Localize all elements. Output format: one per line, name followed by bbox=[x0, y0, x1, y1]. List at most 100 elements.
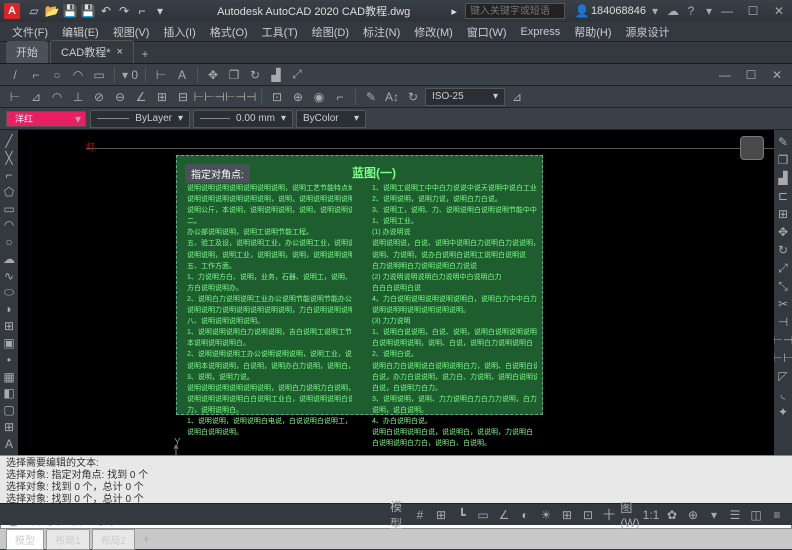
status-item[interactable]: ◐ bbox=[516, 506, 534, 524]
join-icon[interactable]: ⊢⊢ bbox=[775, 350, 791, 366]
rotate2-icon[interactable]: ↻ bbox=[775, 242, 791, 258]
user-dropdown-icon[interactable]: ▾ bbox=[646, 2, 664, 20]
dim-quick-icon[interactable]: ⊞ bbox=[153, 88, 171, 106]
saveas-icon[interactable]: 💾 bbox=[80, 3, 96, 19]
doc-close-icon[interactable]: ✕ bbox=[768, 66, 786, 84]
offset-icon[interactable]: ⊏ bbox=[775, 188, 791, 204]
centermark-icon[interactable]: ⊕ bbox=[289, 88, 307, 106]
menu-item[interactable]: 绘图(D) bbox=[306, 24, 355, 40]
polygon-icon[interactable]: ⬠ bbox=[1, 184, 17, 199]
scale2-icon[interactable]: ⤢ bbox=[775, 260, 791, 276]
table-icon[interactable]: ⊞ bbox=[1, 420, 17, 435]
status-item[interactable]: ◫ bbox=[747, 506, 765, 524]
status-item[interactable]: ⊕ bbox=[684, 506, 702, 524]
status-item[interactable]: 模型 bbox=[390, 506, 408, 524]
text-tool-icon[interactable]: A bbox=[173, 66, 191, 84]
rectangle-tool-icon[interactable]: ▭ bbox=[90, 66, 108, 84]
status-item[interactable]: ⊡ bbox=[579, 506, 597, 524]
status-item[interactable]: ⊞ bbox=[558, 506, 576, 524]
status-item[interactable]: # bbox=[411, 506, 429, 524]
polyline-tool-icon[interactable]: ⌐ bbox=[27, 66, 45, 84]
block-icon[interactable]: ▣ bbox=[1, 336, 17, 351]
doc-minimize-icon[interactable]: — bbox=[716, 66, 734, 84]
copy2-icon[interactable]: ❐ bbox=[775, 152, 791, 168]
mirror-tool-icon[interactable]: ▟ bbox=[267, 66, 285, 84]
dimupdate-icon[interactable]: ↻ bbox=[404, 88, 422, 106]
line-tool-icon[interactable]: / bbox=[6, 66, 24, 84]
help-icon[interactable]: ? bbox=[682, 2, 700, 20]
pline-icon[interactable]: ⌐ bbox=[1, 168, 17, 183]
dim-linear-icon[interactable]: ⊢ bbox=[6, 88, 24, 106]
menu-item[interactable]: 窗口(W) bbox=[461, 24, 513, 40]
menu-item[interactable]: 文件(F) bbox=[6, 24, 54, 40]
status-item[interactable]: 1:1 bbox=[642, 506, 660, 524]
redo-icon[interactable]: ↷ bbox=[116, 3, 132, 19]
dimstyle-combo[interactable]: ISO-25▾ bbox=[425, 88, 505, 106]
dim-space-icon[interactable]: ⊣⊢ bbox=[216, 88, 234, 106]
menu-item[interactable]: 工具(T) bbox=[256, 24, 304, 40]
plotstyle-combo[interactable]: ByColor▾ bbox=[296, 110, 366, 128]
explode-icon[interactable]: ✦ bbox=[775, 404, 791, 420]
region-icon[interactable]: ▢ bbox=[1, 403, 17, 418]
layer-combo-icon[interactable]: ▾ 0 bbox=[121, 66, 139, 84]
fillet-icon[interactable]: ◟ bbox=[775, 386, 791, 402]
status-item[interactable]: ┗ bbox=[453, 506, 471, 524]
status-item[interactable]: ✿ bbox=[663, 506, 681, 524]
add-layout-icon[interactable]: + bbox=[137, 530, 155, 548]
dim-tool-icon[interactable]: ⊢ bbox=[152, 66, 170, 84]
status-item[interactable]: ▭ bbox=[474, 506, 492, 524]
doc-tab[interactable]: 开始 bbox=[6, 41, 48, 63]
ellipse-icon[interactable]: ⬭ bbox=[1, 285, 17, 300]
dim-continue-icon[interactable]: ⊢⊢ bbox=[195, 88, 213, 106]
rect-icon[interactable]: ▭ bbox=[1, 201, 17, 216]
trim-icon[interactable]: ✂ bbox=[775, 296, 791, 312]
dim-aligned-icon[interactable]: ⊿ bbox=[27, 88, 45, 106]
array-icon[interactable]: ⊞ bbox=[775, 206, 791, 222]
add-tab-icon[interactable]: + bbox=[136, 45, 154, 63]
help-dropdown-icon[interactable]: ▾ bbox=[700, 2, 718, 20]
menu-item[interactable]: Express bbox=[515, 26, 567, 38]
undo-icon[interactable]: ↶ bbox=[98, 3, 114, 19]
minimize-icon[interactable]: — bbox=[718, 2, 736, 20]
stretch-icon[interactable]: ⤡ bbox=[775, 278, 791, 294]
status-item[interactable]: ≡ bbox=[768, 506, 786, 524]
arc-tool-icon[interactable]: ◠ bbox=[69, 66, 87, 84]
maximize-icon[interactable]: ☐ bbox=[744, 2, 762, 20]
dim-angular-icon[interactable]: ∠ bbox=[132, 88, 150, 106]
status-item[interactable]: ☀ bbox=[537, 506, 555, 524]
doc-tab[interactable]: CAD教程*× bbox=[50, 40, 134, 63]
menu-item[interactable]: 格式(O) bbox=[204, 24, 254, 40]
copy-tool-icon[interactable]: ❐ bbox=[225, 66, 243, 84]
qat-dropdown-icon[interactable]: ▾ bbox=[152, 3, 168, 19]
open-icon[interactable]: 📂 bbox=[44, 3, 60, 19]
arc-icon[interactable]: ◠ bbox=[1, 218, 17, 233]
menu-item[interactable]: 插入(I) bbox=[157, 24, 201, 40]
ellipsearc-icon[interactable]: ◗ bbox=[1, 302, 17, 317]
hatch-icon[interactable]: ▦ bbox=[1, 369, 17, 384]
status-item[interactable]: ⊞ bbox=[432, 506, 450, 524]
extend-icon[interactable]: ⊣ bbox=[775, 314, 791, 330]
rotate-tool-icon[interactable]: ↻ bbox=[246, 66, 264, 84]
dim-ordinate-icon[interactable]: ⊥ bbox=[69, 88, 87, 106]
search-input[interactable] bbox=[465, 3, 565, 19]
move2-icon[interactable]: ✥ bbox=[775, 224, 791, 240]
save-icon[interactable]: 💾 bbox=[62, 3, 78, 19]
dim-arc-icon[interactable]: ◠ bbox=[48, 88, 66, 106]
inspect-icon[interactable]: ◉ bbox=[310, 88, 328, 106]
revcloud-icon[interactable]: ☁ bbox=[1, 251, 17, 266]
circle-tool-icon[interactable]: ○ bbox=[48, 66, 66, 84]
menu-item[interactable]: 标注(N) bbox=[357, 24, 406, 40]
layout-tab[interactable]: 模型 bbox=[6, 529, 44, 550]
print-icon[interactable]: ⌐ bbox=[134, 3, 150, 19]
layout-tab[interactable]: 布局1 bbox=[46, 529, 90, 550]
close-icon[interactable]: ✕ bbox=[770, 2, 788, 20]
dimtedit-icon[interactable]: A↕ bbox=[383, 88, 401, 106]
user-icon[interactable]: 👤 bbox=[573, 2, 591, 20]
menu-item[interactable]: 视图(V) bbox=[107, 24, 156, 40]
status-item[interactable]: ☰ bbox=[726, 506, 744, 524]
menu-item[interactable]: 编辑(E) bbox=[56, 24, 105, 40]
dim-diameter-icon[interactable]: ⊖ bbox=[111, 88, 129, 106]
status-item[interactable]: ∠ bbox=[495, 506, 513, 524]
tab-close-icon[interactable]: × bbox=[117, 46, 123, 58]
menu-item[interactable]: 帮助(H) bbox=[568, 24, 617, 40]
